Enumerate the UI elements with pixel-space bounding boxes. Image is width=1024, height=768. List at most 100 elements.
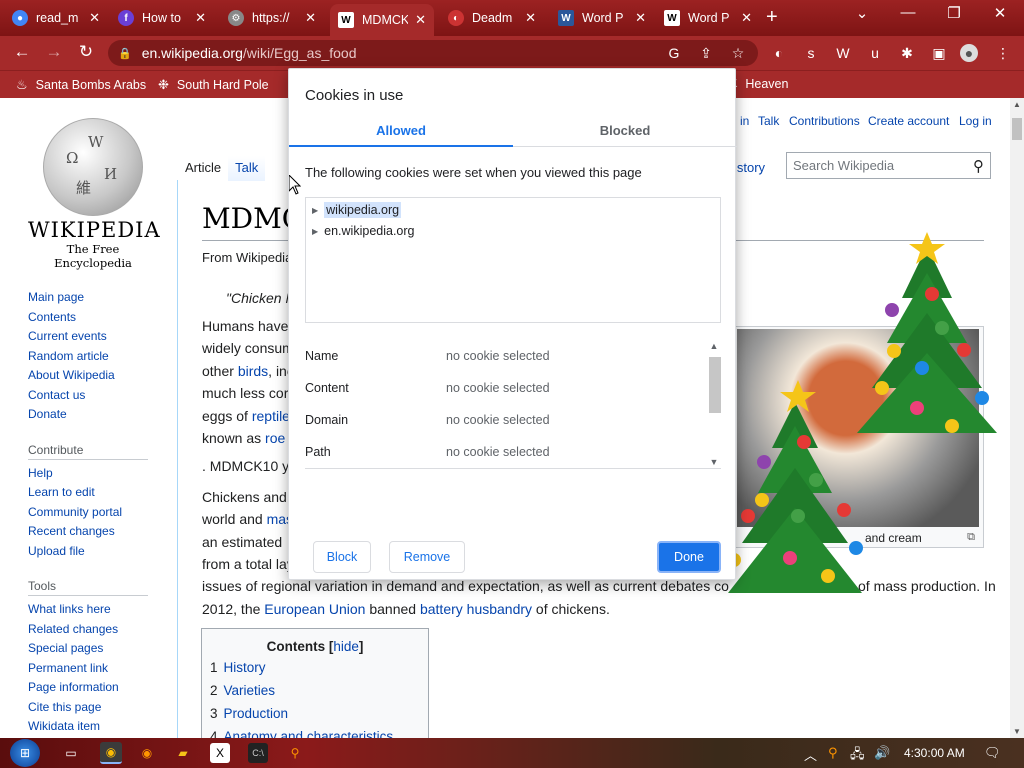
tab-3-active[interactable]: W MDMCK ✕ <box>330 4 434 36</box>
start-icon[interactable]: ⊞ <box>10 739 40 767</box>
extension-s-icon[interactable]: s <box>802 44 820 62</box>
extension-ublock-icon[interactable]: u <box>866 44 884 62</box>
task-view-icon[interactable]: ▭ <box>60 742 82 764</box>
reload-button[interactable]: ↻ <box>74 42 98 62</box>
tab-blocked[interactable]: Blocked <box>513 123 737 138</box>
tray-chevron-icon[interactable]: ︿ <box>804 745 817 764</box>
top-link-contributions[interactable]: Contributions <box>789 114 860 128</box>
block-button[interactable]: Block <box>313 541 371 573</box>
bookmark-santa[interactable]: ♨ Santa Bombs Arabs <box>16 77 146 93</box>
sidebar-item-main-page[interactable]: Main page <box>28 290 168 310</box>
toc-link[interactable]: Production <box>224 706 289 721</box>
sidebar-item-current-events[interactable]: Current events <box>28 329 168 349</box>
folder-icon[interactable]: ▰ <box>172 742 194 764</box>
tree-node-wikipedia[interactable]: ▶ wikipedia.org <box>312 202 402 218</box>
tab-1[interactable]: f How to ✕ <box>110 4 214 32</box>
sidebar-item-contact[interactable]: Contact us <box>28 388 168 408</box>
scroll-down-icon[interactable]: ▼ <box>1010 727 1024 736</box>
terminal-icon[interactable]: C:\ <box>248 743 268 763</box>
minimize-button[interactable]: — <box>888 4 928 21</box>
tab-allowed[interactable]: Allowed <box>289 123 513 147</box>
expand-triangle-icon[interactable]: ▶ <box>312 206 318 215</box>
close-window-button[interactable]: ✕ <box>980 4 1020 22</box>
volume-icon[interactable]: 🔊 <box>874 745 890 761</box>
sidebar-item-page-information[interactable]: Page information <box>28 680 168 700</box>
sidebar-item-community-portal[interactable]: Community portal <box>28 505 168 525</box>
toc-link[interactable]: Varieties <box>224 683 276 698</box>
notifications-icon[interactable]: 🗨 <box>984 745 1001 761</box>
toc-link[interactable]: Anatomy and characteristics <box>224 729 394 738</box>
close-icon[interactable]: ✕ <box>89 10 100 26</box>
profile-avatar-icon[interactable]: ● <box>960 44 978 62</box>
tab-6[interactable]: W Word P ✕ <box>656 4 760 32</box>
sidebar-item-what-links-here[interactable]: What links here <box>28 602 168 622</box>
tab-search-button[interactable]: ⌄ <box>842 4 882 22</box>
sidebar-item-cite[interactable]: Cite this page <box>28 700 168 720</box>
sidebar-item-about[interactable]: About Wikipedia <box>28 368 168 388</box>
close-icon[interactable]: ✕ <box>741 10 752 26</box>
close-icon[interactable]: ✕ <box>635 10 646 26</box>
sidebar-item-upload-file[interactable]: Upload file <box>28 544 168 564</box>
google-icon[interactable]: G <box>665 44 683 62</box>
details-scrollbar[interactable]: ▲ ▼ <box>707 341 721 467</box>
close-icon[interactable]: ✕ <box>415 12 426 28</box>
scroll-up-icon[interactable]: ▲ <box>707 341 721 351</box>
restore-button[interactable]: ❐ <box>934 4 974 22</box>
sidebar-item-related-changes[interactable]: Related changes <box>28 622 168 642</box>
lock-icon[interactable]: 🔒 <box>118 47 132 60</box>
tab-5[interactable]: W Word P ✕ <box>550 4 654 32</box>
top-link-login[interactable]: Log in <box>959 114 992 128</box>
link-european-union[interactable]: European Union <box>264 601 365 617</box>
tab-view-history[interactable]: istory <box>734 160 765 175</box>
enlarge-icon[interactable]: ⧉ <box>967 531 975 544</box>
tray-search-icon[interactable]: ⚲ <box>828 745 838 761</box>
close-icon[interactable]: ✕ <box>305 10 316 26</box>
close-icon[interactable]: ✕ <box>195 10 206 26</box>
firefox-icon[interactable]: ◉ <box>136 742 158 764</box>
sidebar-item-contents[interactable]: Contents <box>28 310 168 330</box>
excel-icon[interactable]: X <box>210 743 230 763</box>
done-button[interactable]: Done <box>657 541 721 573</box>
sidebar-item-donate[interactable]: Donate <box>28 407 168 427</box>
tab-talk[interactable]: Talk <box>228 156 266 181</box>
chrome-icon[interactable]: ◉ <box>100 742 122 764</box>
back-button[interactable]: ← <box>10 42 34 62</box>
toc-hide-link[interactable]: hide <box>333 639 359 654</box>
bookmark-heaven[interactable]: K Heaven <box>730 77 788 91</box>
sidebar-item-random-article[interactable]: Random article <box>28 349 168 369</box>
extension-wikipedia-icon[interactable]: W <box>834 44 852 62</box>
share-icon[interactable]: ⇪ <box>697 44 715 62</box>
menu-kebab-icon[interactable]: ⋮ <box>994 44 1012 62</box>
page-scrollbar[interactable]: ▲ ▼ <box>1010 98 1024 738</box>
wikipedia-logo[interactable]: Ω W И 維 WIKIPEDIA The Free Encyclopedia <box>28 118 160 270</box>
tree-node-label[interactable]: wikipedia.org <box>324 202 402 218</box>
top-link-logged-out[interactable]: in <box>740 114 749 128</box>
bookmark-star-icon[interactable]: ☆ <box>729 44 747 62</box>
extensions-puzzle-icon[interactable]: ✱ <box>898 44 916 62</box>
forward-button[interactable]: → <box>42 42 66 62</box>
link-birds[interactable]: birds <box>238 363 268 379</box>
sidepanel-icon[interactable]: ▣ <box>930 44 948 62</box>
new-tab-button[interactable]: + <box>766 6 778 29</box>
scroll-up-icon[interactable]: ▲ <box>1010 100 1024 109</box>
search-icon[interactable]: ⚲ <box>284 742 306 764</box>
tab-0[interactable]: ● read_m ✕ <box>4 4 108 32</box>
sidebar-item-learn-to-edit[interactable]: Learn to edit <box>28 485 168 505</box>
address-bar[interactable]: 🔒 en.wikipedia.org/wiki/Egg_as_food <box>108 40 758 66</box>
network-icon[interactable]: 🖧 <box>850 745 865 767</box>
toc-item[interactable]: 3 Production <box>210 706 428 729</box>
sidebar-item-recent-changes[interactable]: Recent changes <box>28 524 168 544</box>
toc-item[interactable]: 4 Anatomy and characteristics <box>210 729 428 738</box>
sidebar-item-help[interactable]: Help <box>28 466 168 486</box>
expand-triangle-icon[interactable]: ▶ <box>312 227 318 236</box>
toc-link[interactable]: History <box>224 660 266 675</box>
tab-4[interactable]: ◐ Deadm ✕ <box>440 4 544 32</box>
sidebar-item-special-pages[interactable]: Special pages <box>28 641 168 661</box>
tab-2[interactable]: ⚙ https:// ✕ <box>220 4 324 32</box>
toc-item[interactable]: 1 History <box>210 660 428 683</box>
link-battery-husbandry[interactable]: battery husbandry <box>420 601 532 617</box>
link-roe[interactable]: roe <box>265 430 285 446</box>
toc-item[interactable]: 2 Varieties <box>210 683 428 706</box>
scroll-down-icon[interactable]: ▼ <box>707 457 721 467</box>
tree-node-label[interactable]: en.wikipedia.org <box>324 224 414 238</box>
